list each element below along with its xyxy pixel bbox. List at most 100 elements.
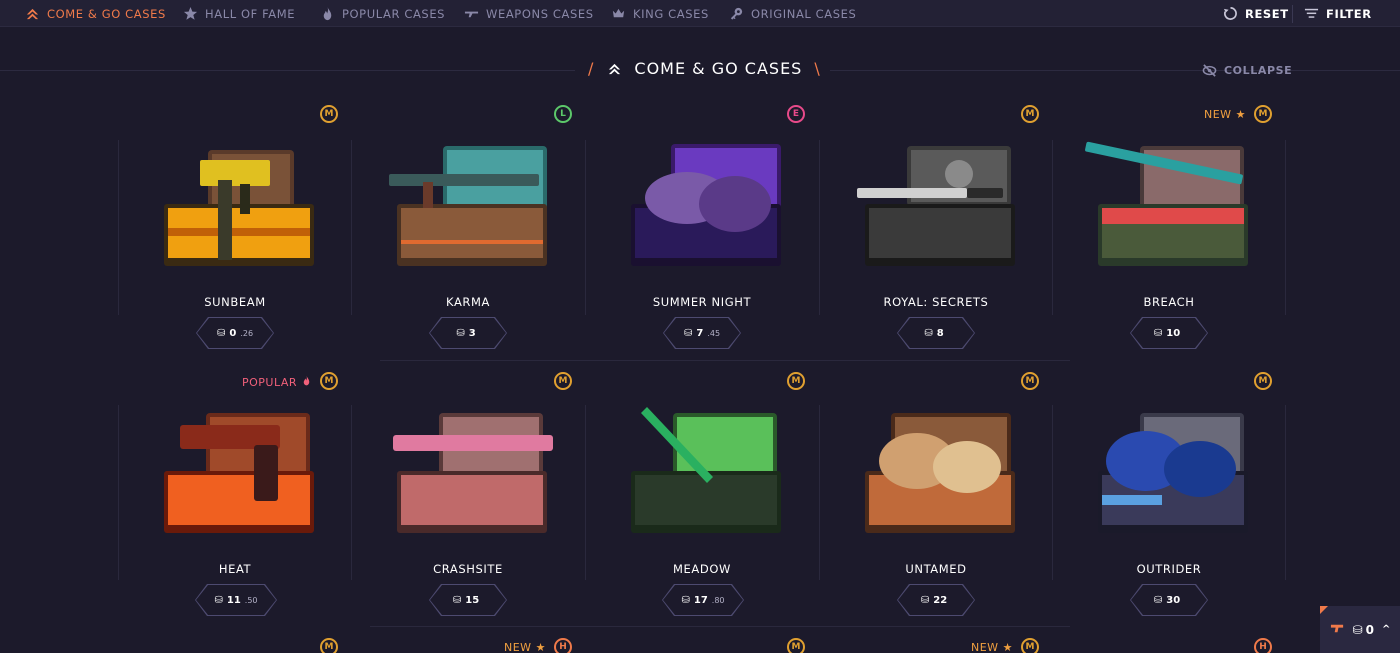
price-button[interactable]: ⛁ 10 xyxy=(1130,317,1208,349)
case-name: SUNBEAM xyxy=(204,295,266,309)
key-icon xyxy=(728,6,744,22)
case-image xyxy=(1098,413,1248,533)
price-button[interactable]: ⛁ 8 xyxy=(897,317,975,349)
filter-icon xyxy=(1303,6,1319,22)
section-title: / COME & GO CASES \ xyxy=(588,56,821,80)
coin-icon: ⛁ xyxy=(924,327,933,339)
collapse-label: COLLAPSE xyxy=(1224,63,1293,77)
case-name: OUTRIDER xyxy=(1136,562,1202,576)
case-card-heat[interactable]: HEAT ⛁ 11.50 POPULAR M xyxy=(118,372,352,644)
popular-tag: POPULAR xyxy=(242,375,312,389)
new-tag: NEW ★ xyxy=(504,641,546,653)
pistol-icon xyxy=(1330,621,1345,639)
chevron-up-icon: ^ xyxy=(1382,624,1391,635)
tag-label: NEW xyxy=(971,641,999,653)
case-name: KARMA xyxy=(446,295,490,309)
price-button[interactable]: ⛁ 3 xyxy=(429,317,507,349)
price-value: 7 xyxy=(696,327,704,339)
price-button[interactable]: ⛁ 17.80 xyxy=(662,584,744,616)
case-card-outrider[interactable]: OUTRIDER ⛁ 30 M xyxy=(1052,372,1286,644)
price-button[interactable]: ⛁ 22 xyxy=(897,584,975,616)
case-name: MEADOW xyxy=(673,562,731,576)
filter-button[interactable]: FILTER xyxy=(1303,0,1372,27)
rarity-badge: M xyxy=(1254,372,1272,390)
star-icon: ★ xyxy=(1235,108,1246,121)
case-name: ROYAL: SECRETS xyxy=(883,295,989,309)
collapse-button[interactable]: COLLAPSE xyxy=(1201,62,1292,78)
case-card-crashsite[interactable]: CRASHSITE ⛁ 15 M xyxy=(351,372,585,644)
nav-item-label: COME & GO CASES xyxy=(47,6,166,21)
price-button[interactable]: ⛁ 0.26 xyxy=(196,317,274,349)
price-value: 17 xyxy=(693,594,708,606)
rarity-badge: M xyxy=(1021,638,1039,653)
nav-item-popular-cases[interactable]: POPULAR CASES xyxy=(319,0,445,27)
top-nav-bar: COME & GO CASES HALL OF FAME POPULAR CAS… xyxy=(0,0,1400,27)
rarity-badge: M xyxy=(787,638,805,653)
price-value: 30 xyxy=(1166,594,1181,606)
nav-item-king-cases[interactable]: KING CASES xyxy=(610,0,709,27)
nav-item-label: ORIGINAL CASES xyxy=(751,6,857,21)
case-name: HEAT xyxy=(218,562,252,576)
price-button[interactable]: ⛁ 30 xyxy=(1130,584,1208,616)
nav-item-weapons-cases[interactable]: WEAPONS CASES xyxy=(463,0,594,27)
price-value: 10 xyxy=(1166,327,1181,339)
coin-icon: ⛁ xyxy=(216,327,226,339)
rarity-badge: M xyxy=(787,372,805,390)
nav-item-label: KING CASES xyxy=(633,6,709,21)
case-image xyxy=(164,150,314,266)
price-value: 15 xyxy=(465,594,480,606)
chevrons-up-icon xyxy=(606,60,622,76)
case-card-karma[interactable]: KARMA ⛁ 3 L xyxy=(351,105,585,377)
price-value: 0 xyxy=(229,327,237,339)
case-card-untamed[interactable]: UNTAMED ⛁ 22 M xyxy=(819,372,1053,644)
case-name: SUMMER NIGHT xyxy=(652,295,752,309)
slash-decoration: / xyxy=(588,58,595,78)
case-image xyxy=(865,413,1015,533)
case-image xyxy=(393,413,553,533)
case-image xyxy=(631,144,781,266)
section-title-text: COME & GO CASES xyxy=(634,58,803,78)
mini-cart-button[interactable]: ⛁ 0 ^ xyxy=(1320,606,1400,653)
case-card-royal-secrets[interactable]: ROYAL: SECRETS ⛁ 8 M xyxy=(819,105,1053,377)
case-image xyxy=(164,413,314,533)
case-name: UNTAMED xyxy=(905,562,967,576)
star-icon: ★ xyxy=(535,641,546,653)
coin-icon: ⛁ xyxy=(1153,594,1163,606)
case-image xyxy=(857,146,1015,266)
coin-icon: ⛁ xyxy=(683,327,693,339)
rarity-badge: M xyxy=(1254,105,1272,123)
tag-label: NEW xyxy=(1204,108,1232,121)
price-button[interactable]: ⛁ 15 xyxy=(429,584,507,616)
rarity-badge: H xyxy=(1254,638,1272,653)
rarity-badge: M xyxy=(1021,372,1039,390)
slash-decoration: \ xyxy=(814,58,821,78)
section-divider-right xyxy=(830,70,1400,71)
reset-button[interactable]: RESET xyxy=(1222,0,1289,27)
case-name: CRASHSITE xyxy=(433,562,503,576)
rarity-badge: H xyxy=(554,638,572,653)
nav-item-label: POPULAR CASES xyxy=(342,6,446,21)
coin-icon: ⛁ xyxy=(1352,622,1363,637)
case-image xyxy=(1085,141,1248,266)
case-image xyxy=(631,407,781,533)
coin-icon: ⛁ xyxy=(1153,327,1163,339)
refresh-icon xyxy=(1222,6,1238,22)
coin-icon: ⛁ xyxy=(456,327,465,339)
case-card-meadow[interactable]: MEADOW ⛁ 17.80 M xyxy=(585,372,819,644)
price-button[interactable]: ⛁ 7.45 xyxy=(663,317,741,349)
tag-label: POPULAR xyxy=(242,375,298,389)
case-card-breach[interactable]: BREACH ⛁ 10 NEW ★ M xyxy=(1052,105,1286,377)
rarity-badge: M xyxy=(320,638,338,653)
nav-item-hall-of-fame[interactable]: HALL OF FAME xyxy=(182,0,295,27)
star-icon: ★ xyxy=(1002,641,1013,653)
coin-icon: ⛁ xyxy=(920,594,930,606)
nav-item-original-cases[interactable]: ORIGINAL CASES xyxy=(728,0,856,27)
rarity-badge: M xyxy=(1021,105,1039,123)
price-button[interactable]: ⛁ 11.50 xyxy=(195,584,277,616)
case-card-summer-night[interactable]: SUMMER NIGHT ⛁ 7.45 E xyxy=(585,105,819,377)
nav-item-come-go-cases[interactable]: COME & GO CASES xyxy=(24,0,166,27)
price-value: 3 xyxy=(468,327,476,339)
rarity-badge: M xyxy=(320,372,338,390)
case-card-sunbeam[interactable]: SUNBEAM ⛁ 0.26 M xyxy=(118,105,352,377)
flame-icon xyxy=(301,375,312,389)
